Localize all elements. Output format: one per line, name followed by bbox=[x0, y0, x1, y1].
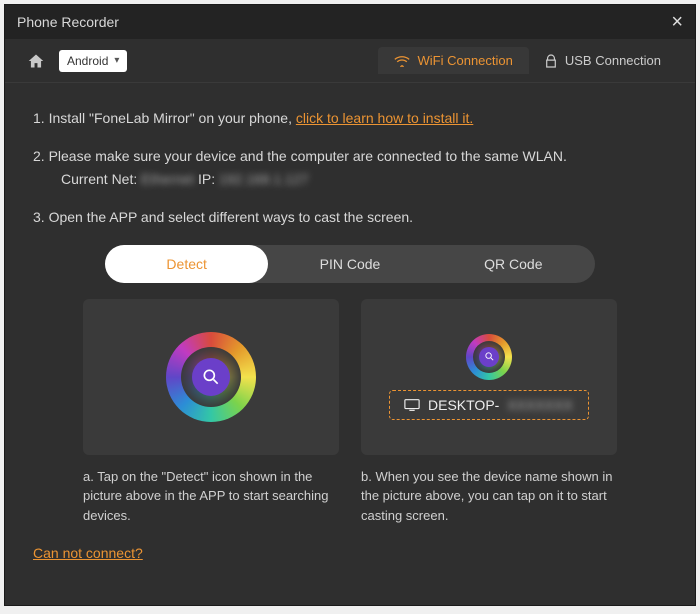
detect-wheel-icon bbox=[166, 332, 256, 422]
os-select[interactable]: Android ▾ bbox=[59, 50, 127, 72]
device-name-prefix: DESKTOP- bbox=[428, 397, 499, 413]
content-area: 1. Install "FoneLab Mirror" on your phon… bbox=[5, 83, 695, 605]
step-1-text: 1. Install "FoneLab Mirror" on your phon… bbox=[33, 110, 296, 126]
detect-wheel-small-icon bbox=[466, 334, 512, 380]
method-detect-label: Detect bbox=[166, 256, 206, 272]
home-icon bbox=[27, 53, 45, 69]
current-net-label: Current Net: bbox=[61, 171, 141, 187]
method-tabs: Detect PIN Code QR Code bbox=[105, 245, 595, 283]
step-1: 1. Install "FoneLab Mirror" on your phon… bbox=[33, 107, 667, 129]
home-button[interactable] bbox=[23, 50, 49, 72]
method-pin-label: PIN Code bbox=[320, 256, 381, 272]
step-2-network-info: Current Net: Ethernet IP: 192.168.1.127 bbox=[33, 168, 667, 190]
method-tab-pin[interactable]: PIN Code bbox=[268, 245, 431, 283]
connection-tabs: WiFi Connection USB Connection bbox=[378, 47, 678, 74]
detect-illustration-card bbox=[83, 299, 339, 455]
monitor-icon bbox=[404, 398, 420, 412]
method-tab-qr[interactable]: QR Code bbox=[432, 245, 595, 283]
window-title: Phone Recorder bbox=[17, 14, 119, 30]
tab-usb-label: USB Connection bbox=[565, 53, 661, 68]
step-2: 2. Please make sure your device and the … bbox=[33, 145, 667, 190]
panel-b: DESKTOP- XXXXXXX b. When you see the devi… bbox=[361, 299, 617, 526]
device-illustration-card: DESKTOP- XXXXXXX bbox=[361, 299, 617, 455]
caption-a: a. Tap on the "Detect" icon shown in the… bbox=[83, 467, 339, 526]
ip-value: 192.168.1.127 bbox=[219, 171, 309, 187]
magnifier-small-icon bbox=[479, 347, 499, 367]
lock-icon bbox=[545, 54, 557, 68]
device-name-box: DESKTOP- XXXXXXX bbox=[389, 390, 589, 420]
magnifier-icon bbox=[192, 358, 230, 396]
close-icon[interactable]: × bbox=[671, 11, 683, 34]
wifi-icon bbox=[394, 55, 410, 67]
device-name-suffix: XXXXXXX bbox=[507, 397, 572, 413]
os-label: Android bbox=[67, 54, 108, 68]
caption-b: b. When you see the device name shown in… bbox=[361, 467, 617, 526]
step-2-text: 2. Please make sure your device and the … bbox=[33, 145, 667, 167]
toolbar: Android ▾ WiFi Connection USB Connection bbox=[5, 39, 695, 83]
method-tab-detect[interactable]: Detect bbox=[105, 245, 268, 283]
method-qr-label: QR Code bbox=[484, 256, 542, 272]
tab-usb-connection[interactable]: USB Connection bbox=[529, 47, 677, 74]
current-net-value: Ethernet bbox=[141, 171, 194, 187]
chevron-down-icon: ▾ bbox=[114, 55, 119, 66]
step-3-text: 3. Open the APP and select different way… bbox=[33, 209, 413, 225]
cannot-connect-link[interactable]: Can not connect? bbox=[33, 545, 143, 561]
panel-a: a. Tap on the "Detect" icon shown in the… bbox=[83, 299, 339, 526]
step-3: 3. Open the APP and select different way… bbox=[33, 206, 667, 228]
instruction-panels: a. Tap on the "Detect" icon shown in the… bbox=[33, 299, 667, 526]
app-window: Phone Recorder × Android ▾ WiFi Connecti… bbox=[4, 4, 696, 606]
ip-label: IP: bbox=[198, 171, 219, 187]
install-help-link[interactable]: click to learn how to install it. bbox=[296, 110, 473, 126]
titlebar: Phone Recorder × bbox=[5, 5, 695, 39]
tab-wifi-label: WiFi Connection bbox=[418, 53, 513, 68]
tab-wifi-connection[interactable]: WiFi Connection bbox=[378, 47, 529, 74]
